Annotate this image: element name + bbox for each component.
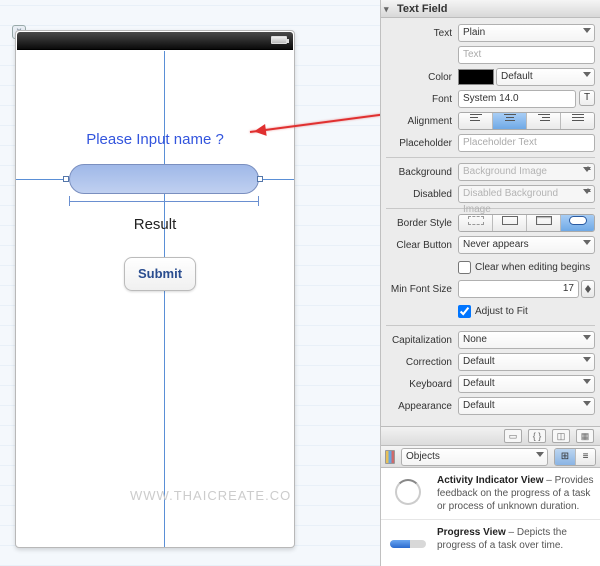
background-label: Background — [386, 167, 458, 178]
inspector-toolstrip: ▭ { } ◫ ▦ — [381, 426, 600, 446]
library-header: Objects ⊞ ≡ — [381, 446, 600, 468]
adjust-fit-checkbox[interactable] — [458, 305, 471, 318]
text-label: Text — [386, 28, 458, 39]
library-body[interactable]: Activity Indicator View – Provides feedb… — [381, 468, 600, 566]
result-label[interactable]: Result — [16, 216, 294, 233]
correction-label: Correction — [386, 357, 458, 368]
align-right-icon[interactable] — [526, 113, 560, 129]
device-canvas[interactable]: Please Input name ? Result Submit — [15, 30, 295, 548]
align-justify-icon[interactable] — [560, 113, 594, 129]
library-item[interactable]: Progress View – Depicts the progress of … — [381, 520, 600, 566]
min-font-label: Min Font Size — [386, 284, 458, 295]
keyboard-popup[interactable]: Default — [458, 375, 595, 393]
appearance-popup[interactable]: Default — [458, 397, 595, 415]
border-rounded-icon[interactable] — [560, 215, 594, 231]
text-type-popup[interactable]: Plain — [458, 24, 595, 42]
color-label: Color — [386, 72, 458, 83]
clear-button-popup[interactable]: Never appears — [458, 236, 595, 254]
correction-popup[interactable]: Default — [458, 353, 595, 371]
align-left-icon[interactable] — [459, 113, 492, 129]
library-item-text: Progress View – Depicts the progress of … — [437, 526, 594, 562]
library-view-segmented[interactable]: ⊞ ≡ — [554, 448, 596, 466]
color-swatch[interactable] — [458, 69, 494, 85]
library-item-text: Activity Indicator View – Provides feedb… — [437, 474, 594, 513]
activity-indicator-icon — [387, 474, 429, 510]
progress-view-icon — [387, 526, 429, 562]
resize-handle-right[interactable] — [257, 176, 263, 182]
font-label: Font — [386, 94, 458, 105]
list-view-icon[interactable]: ≡ — [575, 449, 595, 465]
submit-button[interactable]: Submit — [124, 257, 196, 291]
text-value-field[interactable]: Text — [458, 46, 595, 64]
font-picker-button[interactable]: T — [579, 90, 595, 106]
clear-button-label: Clear Button — [386, 240, 458, 251]
vertical-guide — [164, 51, 165, 547]
inspector-panel: Text Field Text Plain Text Color Default… — [380, 0, 600, 566]
alignment-label: Alignment — [386, 116, 458, 127]
border-bezel-icon[interactable] — [526, 215, 560, 231]
font-field[interactable]: System 14.0 — [458, 90, 576, 108]
min-font-field[interactable]: 17 — [458, 280, 579, 298]
placeholder-label: Placeholder — [386, 138, 458, 149]
status-bar — [17, 32, 293, 50]
library-filter-popup[interactable]: Objects — [401, 448, 548, 466]
canvas-area: × Please Input name ? Result Submit WWW.… — [0, 0, 380, 566]
alignment-segmented[interactable] — [458, 112, 595, 130]
align-center-icon[interactable] — [492, 113, 526, 129]
disabled-label: Disabled — [386, 189, 458, 200]
toolstrip-cube-icon[interactable]: ◫ — [552, 429, 570, 443]
toolstrip-grid-icon[interactable]: ▦ — [576, 429, 594, 443]
adjust-fit-label: Adjust to Fit — [475, 306, 528, 317]
capitalization-popup[interactable]: None — [458, 331, 595, 349]
inspector-section-header[interactable]: Text Field — [381, 0, 600, 18]
background-field[interactable]: Background Image — [458, 163, 595, 181]
textfield-element[interactable] — [69, 164, 259, 194]
color-popup[interactable]: Default — [496, 68, 595, 86]
battery-icon — [271, 36, 287, 44]
clear-editing-checkbox[interactable] — [458, 261, 471, 274]
measurement-guide — [69, 199, 259, 207]
min-font-stepper[interactable] — [581, 280, 595, 298]
appearance-label: Appearance — [386, 401, 458, 412]
disabled-field[interactable]: Disabled Background Image — [458, 185, 595, 203]
library-icon — [385, 450, 395, 464]
border-line-icon[interactable] — [492, 215, 526, 231]
border-style-label: Border Style — [386, 218, 458, 229]
placeholder-field[interactable]: Placeholder Text — [458, 134, 595, 152]
keyboard-label: Keyboard — [386, 379, 458, 390]
clear-editing-label: Clear when editing begins — [475, 262, 590, 273]
toolstrip-doc-icon[interactable]: ▭ — [504, 429, 522, 443]
library-item[interactable]: Activity Indicator View – Provides feedb… — [381, 468, 600, 520]
resize-handle-left[interactable] — [63, 176, 69, 182]
grid-view-icon[interactable]: ⊞ — [555, 449, 575, 465]
capitalization-label: Capitalization — [386, 335, 458, 346]
inspector-body: Text Plain Text Color Default Font Syste… — [381, 18, 600, 426]
toolstrip-braces-icon[interactable]: { } — [528, 429, 546, 443]
